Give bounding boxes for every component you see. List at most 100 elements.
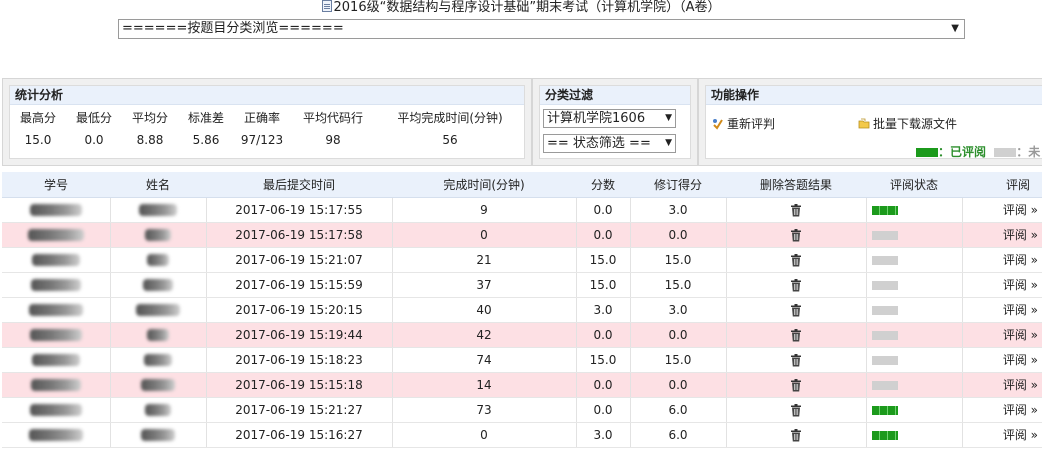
duration-cell: 40 xyxy=(391,297,576,323)
batch-download-button[interactable]: 批量下载源文件 xyxy=(858,116,957,132)
revised-score-cell: 0.0 xyxy=(629,322,726,348)
submit-time-cell: 2017-06-19 15:15:18 xyxy=(205,372,392,398)
delete-cell xyxy=(725,297,866,323)
redacted-student-id xyxy=(31,254,80,266)
table-row: 2017-06-19 15:21:07 21 15.0 15.0 评阅 » xyxy=(2,247,1042,273)
trash-icon[interactable] xyxy=(790,328,802,342)
submit-time-cell: 2017-06-19 15:17:58 xyxy=(205,222,392,248)
score-cell: 0.0 xyxy=(575,397,630,423)
name-cell xyxy=(109,322,206,348)
dropdown-arrow-icon: ▼ xyxy=(951,23,959,34)
name-cell xyxy=(109,422,206,448)
table-row: 2017-06-19 15:15:18 14 0.0 0.0 评阅 » xyxy=(2,372,1042,398)
stat-label: 标准差 xyxy=(187,110,224,125)
reviewed-status-bar xyxy=(871,430,898,440)
dropdown-arrow-icon: ▼ xyxy=(665,113,672,123)
duration-cell: 42 xyxy=(391,322,576,348)
table-row: 2017-06-19 15:20:15 40 3.0 3.0 评阅 » xyxy=(2,297,1042,323)
submit-time-cell: 2017-06-19 15:17:55 xyxy=(205,197,392,223)
stat-value: 97/123 xyxy=(240,133,284,147)
score-cell: 0.0 xyxy=(575,197,630,223)
review-link[interactable]: 评阅 » xyxy=(961,397,1042,423)
col-header-name[interactable]: 姓名 xyxy=(110,172,206,198)
status-filter-select[interactable]: == 状态筛选 == ▼ xyxy=(543,134,676,153)
filter-panel: 分类过滤 计算机学院1606 ▼ == 状态筛选 == ▼ xyxy=(532,78,698,166)
redacted-student-id xyxy=(29,204,82,216)
redacted-name xyxy=(147,254,169,266)
table-row: 2017-06-19 15:21:27 73 0.0 6.0 评阅 » xyxy=(2,397,1042,423)
trash-icon[interactable] xyxy=(790,203,802,217)
review-status-cell xyxy=(865,422,962,448)
col-header-duration[interactable]: 完成时间(分钟) xyxy=(392,172,576,198)
name-cell xyxy=(109,397,206,423)
trash-icon[interactable] xyxy=(790,378,802,392)
student-id-cell xyxy=(2,247,110,273)
page-title-bar: 2016级“数据结构与程序设计基础”期末考试（计算机学院）（A卷） xyxy=(0,0,1042,16)
browse-by-category-select[interactable]: ======按题目分类浏览====== ▼ xyxy=(118,19,965,39)
results-table: 学号 姓名 最后提交时间 完成时间(分钟) 分数 修订得分 删除答题结果 评阅状… xyxy=(2,172,1042,448)
trash-icon[interactable] xyxy=(790,228,802,242)
ops-heading: 功能操作 xyxy=(706,86,1042,105)
stats-table: 最高分 最低分 平均分 标准差 正确率 平均代码行 平均完成时间(分钟) 15.… xyxy=(10,105,524,151)
rejudge-button[interactable]: 重新评判 xyxy=(712,116,775,132)
table-row: 2017-06-19 15:17:55 9 0.0 3.0 评阅 » xyxy=(2,197,1042,223)
review-link[interactable]: 评阅 » xyxy=(961,422,1042,448)
score-cell: 3.0 xyxy=(575,297,630,323)
legend-unreviewed-label: ：未 xyxy=(1016,145,1041,159)
score-cell: 15.0 xyxy=(575,272,630,298)
review-link[interactable]: 评阅 » xyxy=(961,322,1042,348)
review-link[interactable]: 评阅 » xyxy=(961,272,1042,298)
trash-icon[interactable] xyxy=(790,278,802,292)
review-link[interactable]: 评阅 » xyxy=(961,297,1042,323)
redacted-name xyxy=(147,329,169,341)
name-cell xyxy=(109,197,206,223)
revised-score-cell: 15.0 xyxy=(629,347,726,373)
reviewed-status-bar xyxy=(871,205,898,215)
redacted-student-id xyxy=(31,354,80,366)
duration-cell: 37 xyxy=(391,272,576,298)
score-cell: 15.0 xyxy=(575,347,630,373)
student-id-cell xyxy=(2,197,110,223)
review-link[interactable]: 评阅 » xyxy=(961,347,1042,373)
student-id-cell xyxy=(2,372,110,398)
review-status-cell xyxy=(865,197,962,223)
score-cell: 3.0 xyxy=(575,422,630,448)
col-header-score[interactable]: 分数 xyxy=(576,172,630,198)
review-link[interactable]: 评阅 » xyxy=(961,222,1042,248)
table-row: 2017-06-19 15:17:58 0 0.0 0.0 评阅 » xyxy=(2,222,1042,248)
duration-cell: 0 xyxy=(391,222,576,248)
delete-cell xyxy=(725,222,866,248)
stat-label: 平均分 xyxy=(131,110,168,125)
col-header-delete: 删除答题结果 xyxy=(726,172,866,198)
student-id-cell xyxy=(2,322,110,348)
unreviewed-status-bar xyxy=(871,355,898,365)
class-filter-select[interactable]: 计算机学院1606 ▼ xyxy=(543,109,676,128)
redacted-name xyxy=(139,204,177,216)
name-cell xyxy=(109,297,206,323)
trash-icon[interactable] xyxy=(790,428,802,442)
submit-time-cell: 2017-06-19 15:21:27 xyxy=(205,397,392,423)
delete-cell xyxy=(725,422,866,448)
trash-icon[interactable] xyxy=(790,353,802,367)
redacted-name xyxy=(145,404,171,416)
unreviewed-status-bar xyxy=(871,280,898,290)
trash-icon[interactable] xyxy=(790,403,802,417)
col-header-revised-score[interactable]: 修订得分 xyxy=(630,172,726,198)
student-id-cell xyxy=(2,272,110,298)
col-header-student-id[interactable]: 学号 xyxy=(2,172,110,198)
unreviewed-status-bar xyxy=(871,230,898,240)
col-header-review-status[interactable]: 评阅状态 xyxy=(866,172,962,198)
trash-icon[interactable] xyxy=(790,253,802,267)
col-header-last-submit[interactable]: 最后提交时间 xyxy=(206,172,392,198)
review-link[interactable]: 评阅 » xyxy=(961,247,1042,273)
table-header-row: 学号 姓名 最后提交时间 完成时间(分钟) 分数 修订得分 删除答题结果 评阅状… xyxy=(2,172,1042,198)
redacted-student-id xyxy=(29,329,82,341)
duration-cell: 14 xyxy=(391,372,576,398)
delete-cell xyxy=(725,372,866,398)
stat-value: 98 xyxy=(325,133,341,147)
submit-time-cell: 2017-06-19 15:15:59 xyxy=(205,272,392,298)
trash-icon[interactable] xyxy=(790,303,802,317)
review-link[interactable]: 评阅 » xyxy=(961,197,1042,223)
redacted-name xyxy=(145,229,171,241)
review-link[interactable]: 评阅 » xyxy=(961,372,1042,398)
